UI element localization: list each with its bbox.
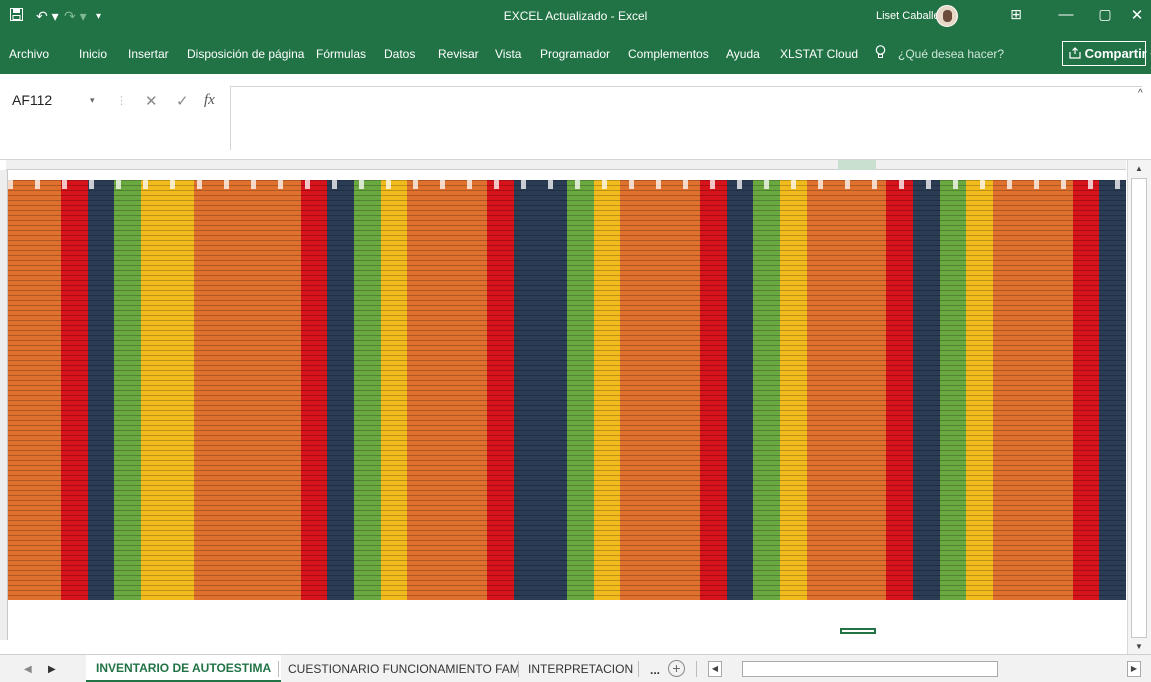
column-band-orange[interactable] <box>8 180 35 600</box>
column-band-orange[interactable] <box>461 180 487 600</box>
column-band-navy[interactable] <box>327 180 354 600</box>
title-bar: ↶ ▾ ↷ ▾ ▾ EXCEL Actualizado - Excel Lise… <box>0 0 1151 34</box>
formula-bar: AF112 ▾ ⋮ ✕ ✓ fx ^ <box>0 74 1151 160</box>
column-band-navy[interactable] <box>1099 180 1126 600</box>
add-sheet-icon[interactable]: + <box>668 660 685 677</box>
avatar[interactable] <box>936 5 958 27</box>
close-icon[interactable]: ✕ <box>1126 6 1148 24</box>
column-band-orange[interactable] <box>807 180 833 600</box>
lightbulb-icon[interactable] <box>875 45 886 62</box>
colored-data-range[interactable] <box>8 180 1126 600</box>
collapse-formula-bar-icon[interactable]: ^ <box>1138 88 1143 99</box>
column-band-navy[interactable] <box>913 180 940 600</box>
column-band-orange[interactable] <box>274 180 301 600</box>
column-band-yellow[interactable] <box>966 180 993 600</box>
grip-icon: ⋮ <box>116 95 127 107</box>
column-band-navy[interactable] <box>727 180 753 600</box>
window-title: EXCEL Actualizado - Excel <box>503 9 648 23</box>
active-cell[interactable] <box>840 628 876 634</box>
next-sheet-icon[interactable]: ▶ <box>48 664 56 675</box>
sheet-tab-cuestionario[interactable]: CUESTIONARIO FUNCIONAMIENTO FAM <box>278 655 530 682</box>
row-header-strip[interactable] <box>0 170 8 640</box>
tab-separator <box>696 661 697 677</box>
sheet-tab-interpretacion[interactable]: INTERPRETACION <box>518 655 643 682</box>
column-band-green[interactable] <box>114 180 141 600</box>
column-band-red[interactable] <box>487 180 514 600</box>
column-band-navy[interactable] <box>540 180 567 600</box>
column-band-orange[interactable] <box>221 180 248 600</box>
column-band-orange[interactable] <box>620 180 647 600</box>
tab-inicio[interactable]: Inicio <box>79 47 107 61</box>
tab-ayuda[interactable]: Ayuda <box>726 47 760 61</box>
tab-revisar[interactable]: Revisar <box>438 47 479 61</box>
column-band-yellow[interactable] <box>381 180 407 600</box>
more-sheets-button[interactable]: ... <box>650 663 660 677</box>
name-box-dropdown-icon[interactable]: ▾ <box>90 95 95 106</box>
minimize-icon[interactable]: — <box>1055 6 1077 23</box>
column-band-orange[interactable] <box>860 180 886 600</box>
column-band-orange[interactable] <box>35 180 61 600</box>
column-band-orange[interactable] <box>407 180 434 600</box>
cancel-icon[interactable]: ✕ <box>145 92 158 110</box>
column-band-navy[interactable] <box>88 180 114 600</box>
ribbon-display-icon[interactable]: ⊞ <box>1005 6 1027 23</box>
tab-insertar[interactable]: Insertar <box>128 47 169 61</box>
column-band-yellow[interactable] <box>168 180 194 600</box>
column-band-navy[interactable] <box>514 180 540 600</box>
column-band-orange[interactable] <box>248 180 274 600</box>
column-band-red[interactable] <box>886 180 913 600</box>
sheet-tab-bar: ◀ ▶ INVENTARIO DE AUTOESTIMA CUESTIONARI… <box>0 654 1151 682</box>
column-band-red[interactable] <box>301 180 327 600</box>
empty-cells[interactable] <box>8 600 1126 640</box>
scroll-right-icon[interactable]: ▶ <box>1127 661 1141 677</box>
column-band-red[interactable] <box>61 180 88 600</box>
column-band-orange[interactable] <box>194 180 221 600</box>
selected-column-header <box>838 160 876 170</box>
column-band-red[interactable] <box>700 180 727 600</box>
column-band-orange[interactable] <box>434 180 461 600</box>
prev-sheet-icon[interactable]: ◀ <box>24 664 32 675</box>
tab-complementos[interactable]: Complementos <box>628 47 709 61</box>
column-band-green[interactable] <box>567 180 594 600</box>
share-label: Compartir <box>1084 46 1147 61</box>
column-band-yellow[interactable] <box>780 180 807 600</box>
tab-datos[interactable]: Datos <box>384 47 415 61</box>
column-band-yellow[interactable] <box>594 180 620 600</box>
formula-input[interactable] <box>230 86 1142 150</box>
tab-programador[interactable]: Programador <box>540 47 610 61</box>
tab-formulas[interactable]: Fórmulas <box>316 47 366 61</box>
tab-vista[interactable]: Vista <box>495 47 521 61</box>
tab-separator <box>638 661 639 677</box>
scroll-left-icon[interactable]: ◀ <box>708 661 722 677</box>
column-band-orange[interactable] <box>993 180 1020 600</box>
column-band-green[interactable] <box>354 180 381 600</box>
tell-me-search[interactable]: ¿Qué desea hacer? <box>898 47 1004 61</box>
share-button[interactable]: Compartir ▾ <box>1062 41 1151 66</box>
scroll-up-icon[interactable]: ▲ <box>1135 164 1143 173</box>
ribbon-tabs: Archivo Inicio Insertar Disposición de p… <box>0 34 1151 74</box>
insert-function-icon[interactable]: fx <box>204 92 215 109</box>
column-band-orange[interactable] <box>1046 180 1073 600</box>
scroll-down-icon[interactable]: ▼ <box>1135 642 1143 651</box>
column-band-green[interactable] <box>753 180 780 600</box>
sheet-tab-inventario[interactable]: INVENTARIO DE AUTOESTIMA <box>86 655 282 682</box>
column-header-strip[interactable] <box>6 160 1126 170</box>
column-band-yellow[interactable] <box>141 180 168 600</box>
column-band-orange[interactable] <box>833 180 860 600</box>
enter-icon[interactable]: ✓ <box>176 92 189 110</box>
share-icon <box>1069 47 1081 59</box>
column-band-red[interactable] <box>1073 180 1099 600</box>
column-band-orange[interactable] <box>647 180 673 600</box>
column-band-green[interactable] <box>940 180 966 600</box>
restore-icon[interactable]: ▢ <box>1094 6 1116 23</box>
tab-xlstat-cloud[interactable]: XLSTAT Cloud <box>780 47 858 61</box>
vertical-scroll-thumb[interactable] <box>1131 178 1147 638</box>
tab-disposicion[interactable]: Disposición de página <box>187 47 304 61</box>
column-band-orange[interactable] <box>673 180 700 600</box>
column-band-orange[interactable] <box>1020 180 1046 600</box>
horizontal-scrollbar[interactable] <box>742 661 998 677</box>
tab-archivo[interactable]: Archivo <box>9 47 49 61</box>
